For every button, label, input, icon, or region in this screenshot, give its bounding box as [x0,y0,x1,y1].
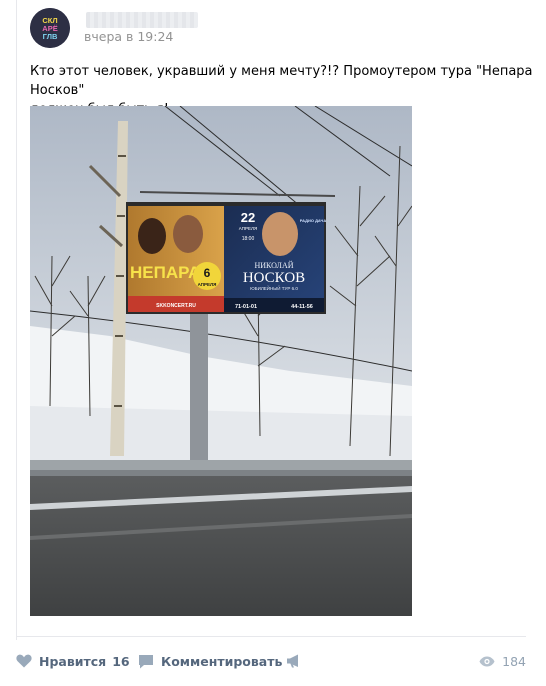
heart-icon [16,654,32,668]
avatar-line-3: ГЛВ [43,32,58,41]
guardrail [30,460,412,470]
post-actions: Нравится 16 Комментировать 184 [16,648,526,674]
billboard-left-month: АПРЕЛЯ [198,282,217,287]
guardrail-shadow [30,470,412,476]
billboard-left-title: НЕПАРА [130,263,200,282]
post-time[interactable]: вчера в 19:24 [84,29,173,44]
wall-post: СКЛ АРЁ ГЛВ вчера в 19:24 Кто этот челов… [0,0,546,686]
singer-woman [138,218,166,254]
singer-man [173,215,203,253]
author-name-redacted[interactable] [86,12,198,28]
post-text-line: Кто этот человек, укравший у меня мечту?… [30,64,533,98]
megaphone-icon [287,654,298,668]
billboard-left-day: 6 [204,266,211,280]
billboard-pole [190,311,208,461]
billboard-left-site: SKKONCERT.RU [156,303,196,309]
billboard-first-name: НИКОЛАЙ [254,261,293,270]
community-logo-icon: СКЛ АРЁ ГЛВ [30,8,70,48]
comment-label: Комментировать [161,653,283,669]
like-count: 16 [112,653,130,669]
billboard-right-month: АПРЕЛЯ [239,226,257,231]
billboard-photo: НЕПАРА 6 АПРЕЛЯ SKKONCERT.RU 22 АПРЕЛЯ 1… [30,106,412,616]
like-button[interactable]: Нравится 16 [16,648,130,674]
post-photo[interactable]: НЕПАРА 6 АПРЕЛЯ SKKONCERT.RU 22 АПРЕЛЯ 1… [30,106,412,616]
avatar[interactable]: СКЛ АРЁ ГЛВ [30,8,70,48]
billboard-tour: ЮБИЛЕЙНЫЙ ТУР 6.0 [250,284,298,291]
billboard-last-name: НОСКОВ [243,270,305,286]
like-label: Нравится [39,653,107,669]
billboard-right-day: 22 [241,210,255,225]
comment-icon [139,654,153,668]
comment-button[interactable]: Комментировать [138,648,282,674]
billboard-phone-2: 44-11-56 [291,304,313,310]
views-counter: 184 [479,648,526,674]
views-count: 184 [502,653,526,669]
post-divider [16,636,526,637]
billboard-radio: РАДИО ДАЧА [300,218,327,223]
billboard-right-time: 18:00 [242,236,255,242]
eye-icon [479,656,495,666]
singer-noskov [262,212,298,256]
share-button[interactable] [286,648,302,674]
billboard-phone-1: 71-01-01 [235,304,257,310]
